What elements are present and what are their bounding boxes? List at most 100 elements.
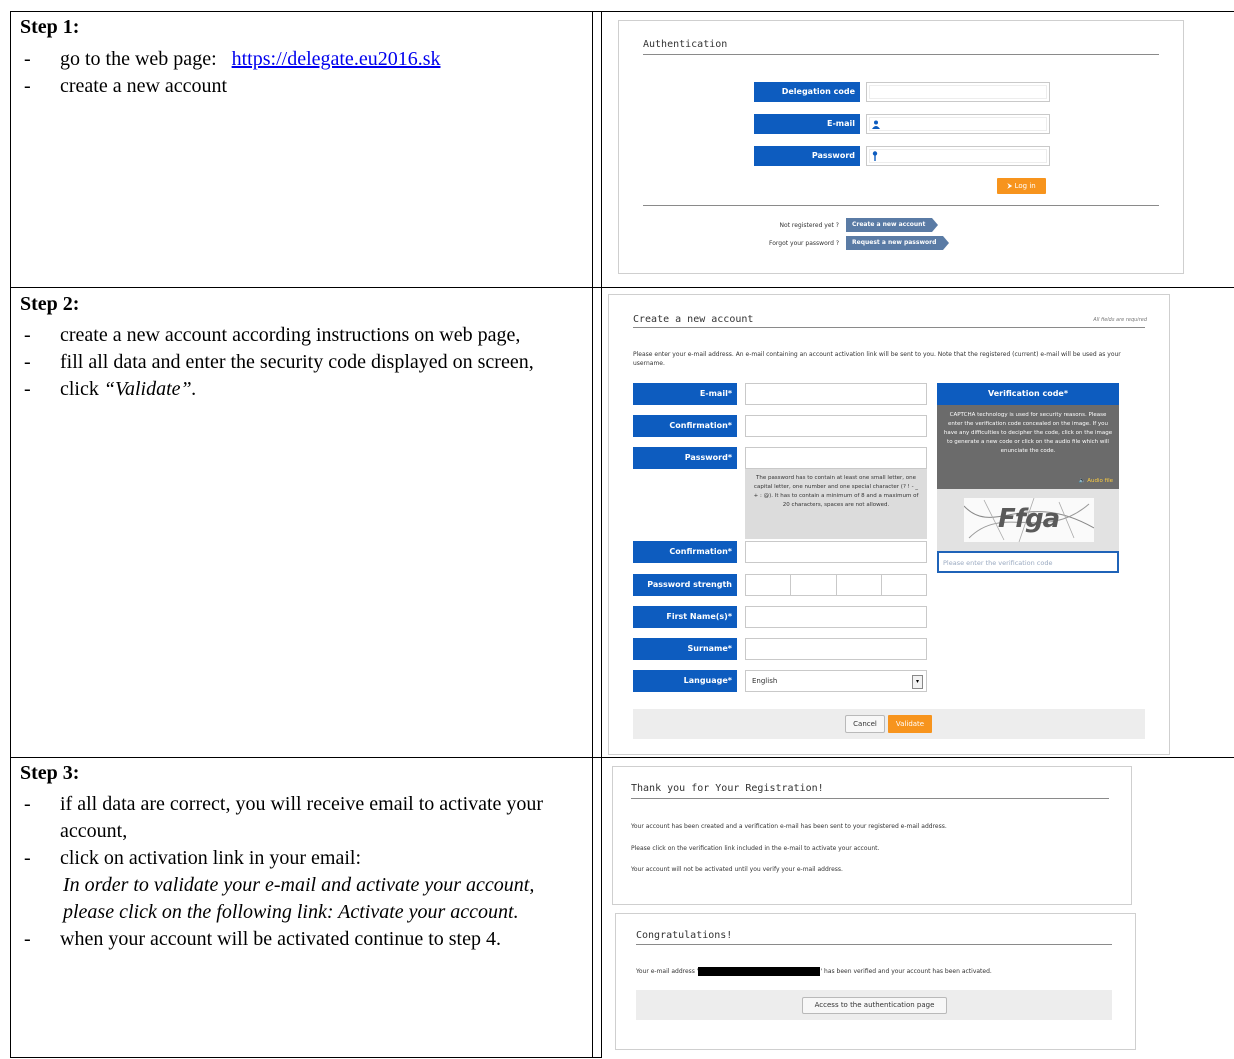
list-item: create a new account [20, 73, 580, 100]
verification-placeholder: Please enter the verification code [943, 559, 1053, 567]
table-border-right [601, 11, 602, 1058]
email-confirmation-label: Confirmation* [633, 415, 737, 437]
form-divider [643, 205, 1159, 206]
password-strength-meter [745, 574, 927, 596]
log-in-button[interactable]: ⮞ Log in [997, 178, 1046, 194]
list-item: when your account will be activated cont… [20, 926, 580, 953]
email-input[interactable] [745, 383, 927, 405]
language-label: Language* [633, 670, 737, 692]
activation-email-quote: In order to validate your e-mail and act… [63, 874, 535, 923]
page-title: Congratulations! [636, 930, 733, 941]
redacted-email [698, 967, 821, 976]
audio-file-link[interactable]: 🔈 Audio file [1079, 477, 1113, 486]
thanks-line-2: Please click on the verification link in… [631, 845, 880, 852]
click-text: click [60, 378, 104, 400]
delegation-code-input[interactable] [866, 82, 1050, 102]
surname-label: Surname* [633, 638, 737, 660]
intro-text: Please enter your e-mail address. An e-m… [633, 351, 1121, 367]
create-new-account-button[interactable]: Create a new account [846, 218, 938, 232]
list-item: create a new account according instructi… [20, 322, 580, 349]
surname-input[interactable] [745, 638, 927, 660]
access-authentication-button[interactable]: Access to the authentication page [802, 997, 947, 1014]
language-value: English [752, 677, 778, 685]
login-arrow-icon: ⮞ [1007, 182, 1013, 190]
verified-message: Your e-mail address ' ' has been verified… [636, 967, 992, 976]
list-item: if all data are correct, you will receiv… [20, 791, 580, 845]
activation-instruction: click on activation link in your email: [60, 847, 362, 869]
password-strength-label: Password strength [633, 574, 737, 596]
password-label: Password [754, 146, 860, 166]
captcha-text: Ffga [998, 504, 1060, 534]
table-border-left [10, 11, 11, 1058]
page-title: Create a new account [633, 314, 754, 325]
title-divider [636, 944, 1112, 945]
registration-thanks-screenshot: Thank you for Your Registration! Your ac… [612, 766, 1132, 905]
captcha-info-box: CAPTCHA technology is used for security … [937, 405, 1119, 489]
step-1-instruction: go to the web page: [60, 48, 217, 70]
delegation-code-label: Delegation code [754, 82, 860, 102]
password-hint-box: The password has to contain at least one… [745, 469, 927, 539]
verified-prefix: Your e-mail address ' [636, 968, 699, 975]
validate-quote: “Validate”. [103, 378, 197, 400]
congratulations-screenshot: Congratulations! Your e-mail address ' ' … [615, 913, 1136, 1050]
list-item: click “Validate”. [20, 376, 580, 403]
first-name-label: First Name(s)* [633, 606, 737, 628]
strength-segment [746, 575, 792, 595]
table-border-bottom [10, 1057, 602, 1058]
step-1-heading: Step 1: [20, 16, 80, 38]
strength-segment [791, 575, 837, 595]
required-fields-note: All fields are required [1093, 317, 1147, 323]
table-divider-1 [10, 287, 1234, 288]
step-3-heading: Step 3: [20, 762, 80, 784]
delegate-url-link[interactable]: https://delegate.eu2016.sk [232, 48, 441, 70]
dropdown-arrow-icon: ▾ [912, 675, 923, 689]
cancel-button[interactable]: Cancel [845, 715, 885, 733]
captcha-info-text: CAPTCHA technology is used for security … [943, 412, 1113, 454]
user-icon [872, 120, 880, 129]
password-input[interactable] [745, 447, 927, 469]
thanks-line-1: Your account has been created and a veri… [631, 823, 947, 830]
key-icon [872, 151, 878, 161]
email-input[interactable] [866, 114, 1050, 134]
speaker-icon: 🔈 [1078, 478, 1086, 484]
password-input[interactable] [866, 146, 1050, 166]
email-confirmation-input[interactable] [745, 415, 927, 437]
table-divider-2 [10, 757, 1234, 758]
page-title: Authentication [643, 39, 728, 50]
title-divider [643, 54, 1159, 55]
request-new-password-button[interactable]: Request a new password [846, 236, 949, 250]
validate-button[interactable]: Validate [888, 715, 932, 733]
thanks-line-3: Your account will not be activated until… [631, 866, 843, 873]
captcha-image[interactable]: Ffga [964, 498, 1094, 542]
create-account-screenshot: Create a new account All fields are requ… [608, 294, 1170, 755]
page-title: Thank you for Your Registration! [631, 783, 824, 794]
table-column-divider [592, 11, 593, 1058]
email-label: E-mail [754, 114, 860, 134]
list-item: click on activation link in your email: … [20, 845, 580, 926]
step-1-list: go to the web page: https://delegate.eu2… [20, 46, 580, 100]
first-name-input[interactable] [745, 606, 927, 628]
verification-code-input[interactable]: Please enter the verification code [937, 551, 1119, 573]
password-label: Password* [633, 447, 737, 469]
title-divider [633, 327, 1145, 328]
table-border-top [10, 11, 1234, 12]
audio-file-label: Audio file [1087, 478, 1113, 484]
not-registered-text: Not registered yet ? [779, 222, 839, 229]
title-divider [631, 798, 1109, 799]
step-3-list: if all data are correct, you will receiv… [20, 791, 580, 953]
password-confirmation-label: Confirmation* [633, 541, 737, 563]
password-confirmation-input[interactable] [745, 541, 927, 563]
step-2-heading: Step 2: [20, 293, 80, 315]
list-item: go to the web page: https://delegate.eu2… [20, 46, 580, 73]
authentication-screenshot: Authentication Delegation code E-mail Pa… [618, 20, 1184, 274]
step-2-list: create a new account according instructi… [20, 322, 580, 403]
captcha-area: Ffga [937, 489, 1119, 551]
log-in-label: Log in [1014, 182, 1036, 190]
language-select[interactable]: English ▾ [745, 670, 927, 692]
strength-segment [882, 575, 926, 595]
verified-suffix: ' has been verified and your account has… [820, 968, 992, 975]
forgot-password-text: Forgot your password ? [769, 240, 839, 247]
email-label: E-mail* [633, 383, 737, 405]
verification-code-label: Verification code* [937, 383, 1119, 405]
list-item: fill all data and enter the security cod… [20, 349, 580, 376]
